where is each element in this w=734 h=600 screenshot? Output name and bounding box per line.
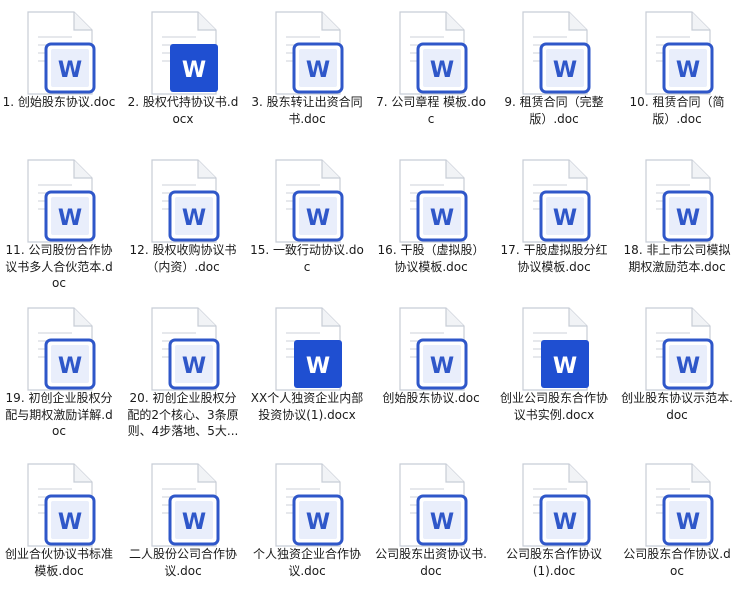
word-document-icon: W — [24, 158, 96, 246]
file-name: 创业股东协议示范本.doc — [621, 391, 733, 422]
svg-text:W: W — [182, 354, 206, 379]
word-document-icon: W — [519, 462, 591, 550]
file-item[interactable]: W 创业公司股东合作协议书实例.docx — [495, 296, 613, 444]
word-document-icon: W — [272, 10, 344, 98]
file-name: 1. 创始股东协议.doc — [2, 95, 116, 109]
file-name: 9. 租赁合同（完整版）.doc — [504, 95, 604, 126]
file-item[interactable]: W 19. 初创企业股权分配与期权激励详解.doc — [0, 296, 118, 444]
word-document-icon: W — [396, 158, 468, 246]
file-name: 公司股东出资协议书.doc — [375, 547, 487, 578]
word-document-icon: W — [148, 158, 220, 246]
file-item[interactable]: W 创业合伙协议书标准模板.doc — [0, 452, 118, 600]
word-document-icon: W — [642, 462, 714, 550]
file-item[interactable]: W 二人股份公司合作协议.doc — [124, 452, 242, 600]
word-document-icon: W — [642, 158, 714, 246]
file-item[interactable]: W 创业股东协议示范本.doc — [618, 296, 734, 444]
file-item[interactable]: W 公司股东合作协议(1).doc — [495, 452, 613, 600]
file-name: 12. 股权收购协议书（内资）.doc — [129, 243, 237, 274]
file-name: 7. 公司章程 模板.doc — [376, 95, 486, 126]
word-document-icon: W — [272, 158, 344, 246]
word-document-icon: W — [148, 462, 220, 550]
file-name: 15. 一致行动协议.doc — [250, 243, 364, 274]
word-document-icon: W — [396, 306, 468, 394]
file-item[interactable]: W 15. 一致行动协议.doc — [248, 148, 366, 296]
word-document-icon: W — [642, 10, 714, 98]
svg-text:W: W — [553, 510, 577, 535]
svg-text:W: W — [58, 510, 82, 535]
file-name: 18. 非上市公司模拟期权激励范本.doc — [623, 243, 731, 274]
file-name: 二人股份公司合作协议.doc — [128, 547, 237, 578]
file-item[interactable]: W 12. 股权收购协议书（内资）.doc — [124, 148, 242, 296]
word-document-icon: W — [148, 10, 220, 98]
svg-text:W: W — [430, 206, 454, 231]
file-name: 16. 干股（虚拟股）协议模板.doc — [377, 243, 485, 274]
svg-text:W: W — [306, 206, 330, 231]
word-document-icon: W — [272, 306, 344, 394]
file-item[interactable]: W 个人独资企业合作协议.doc — [248, 452, 366, 600]
file-name: 17. 干股虚拟股分红协议模板.doc — [500, 243, 608, 274]
svg-text:W: W — [306, 510, 330, 535]
word-document-icon: W — [148, 306, 220, 394]
file-item[interactable]: W 创始股东协议.doc — [372, 296, 490, 444]
file-item[interactable]: W 公司股东出资协议书.doc — [372, 452, 490, 600]
svg-text:W: W — [676, 510, 700, 535]
file-name: 创业合伙协议书标准模板.doc — [4, 547, 113, 578]
file-item[interactable]: W 18. 非上市公司模拟期权激励范本.doc — [618, 148, 734, 296]
file-name: 3. 股东转让出资合同书.doc — [251, 95, 363, 126]
word-document-icon: W — [396, 10, 468, 98]
svg-text:W: W — [58, 354, 82, 379]
file-name: 创始股东协议.doc — [382, 391, 480, 405]
svg-text:W: W — [58, 58, 82, 83]
file-item[interactable]: W 1. 创始股东协议.doc — [0, 0, 118, 148]
file-name: 创业公司股东合作协议书实例.docx — [499, 391, 608, 422]
file-item[interactable]: W 11. 公司股份合作协议书多人合伙范本.doc — [0, 148, 118, 296]
svg-text:W: W — [430, 510, 454, 535]
svg-text:W: W — [676, 354, 700, 379]
word-document-icon: W — [519, 306, 591, 394]
svg-text:W: W — [553, 206, 577, 231]
file-item[interactable]: W 2. 股权代持协议书.docx — [124, 0, 242, 148]
svg-text:W: W — [182, 58, 206, 83]
svg-text:W: W — [306, 58, 330, 83]
word-document-icon: W — [24, 306, 96, 394]
file-name: 19. 初创企业股权分配与期权激励详解.doc — [5, 391, 113, 438]
word-document-icon: W — [396, 462, 468, 550]
file-name: 20. 初创企业股权分配的2个核心、3条原则、4步落地、5大... — [127, 391, 239, 438]
file-name: 11. 公司股份合作协议书多人合伙范本.doc — [5, 243, 113, 290]
file-name: 2. 股权代持协议书.docx — [127, 95, 239, 126]
word-document-icon: W — [519, 158, 591, 246]
svg-text:W: W — [430, 58, 454, 83]
file-name: XX个人独资企业内部投资协议(1).docx — [250, 391, 364, 422]
file-item[interactable]: W 17. 干股虚拟股分红协议模板.doc — [495, 148, 613, 296]
svg-text:W: W — [676, 58, 700, 83]
word-document-icon: W — [24, 10, 96, 98]
svg-text:W: W — [58, 206, 82, 231]
file-name: 公司股东合作协议(1).doc — [505, 547, 602, 578]
file-name: 个人独资企业合作协议.doc — [252, 547, 361, 578]
file-name: 公司股东合作协议.doc — [623, 547, 731, 578]
svg-text:W: W — [553, 58, 577, 83]
file-item[interactable]: W 16. 干股（虚拟股）协议模板.doc — [372, 148, 490, 296]
file-item[interactable]: W 7. 公司章程 模板.doc — [372, 0, 490, 148]
svg-text:W: W — [676, 206, 700, 231]
svg-text:W: W — [553, 354, 577, 379]
svg-text:W: W — [182, 510, 206, 535]
file-item[interactable]: W 3. 股东转让出资合同书.doc — [248, 0, 366, 148]
file-item[interactable]: W 公司股东合作协议.doc — [618, 452, 734, 600]
word-document-icon: W — [24, 462, 96, 550]
file-grid: W 1. 创始股东协议.doc W 2. 股权代持协议书.docx W 3. 股东转让出资… — [0, 0, 734, 600]
file-name: 10. 租赁合同（简版）.doc — [629, 95, 725, 126]
word-document-icon: W — [272, 462, 344, 550]
svg-text:W: W — [182, 206, 206, 231]
file-item[interactable]: W XX个人独资企业内部投资协议(1).docx — [248, 296, 366, 444]
word-document-icon: W — [642, 306, 714, 394]
file-item[interactable]: W 10. 租赁合同（简版）.doc — [618, 0, 734, 148]
svg-text:W: W — [306, 354, 330, 379]
svg-text:W: W — [430, 354, 454, 379]
file-item[interactable]: W 20. 初创企业股权分配的2个核心、3条原则、4步落地、5大... — [124, 296, 242, 444]
word-document-icon: W — [519, 10, 591, 98]
file-item[interactable]: W 9. 租赁合同（完整版）.doc — [495, 0, 613, 148]
